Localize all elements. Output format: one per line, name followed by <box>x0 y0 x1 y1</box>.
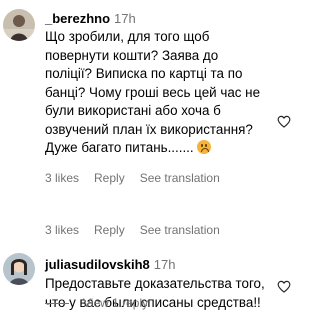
comment-text: Що зробили, для того щоб повернути кошти… <box>45 28 275 158</box>
likes-count[interactable]: 3 likes <box>45 171 79 185</box>
username[interactable]: juliasudilovskih8 <box>45 257 150 272</box>
see-translation-link[interactable]: See translation <box>140 171 220 185</box>
comment-time: 17h <box>154 257 176 272</box>
comment-time: 17h <box>114 11 136 26</box>
comment-line: Що зробили, для того щоб <box>45 28 275 47</box>
comment-line: поліції? Виписка по картці та по <box>45 65 275 84</box>
view-replies-label[interactable]: View 1 reply <box>83 296 148 310</box>
heart-outline-icon[interactable] <box>277 115 291 128</box>
divider-dash <box>45 303 69 304</box>
username[interactable]: _berezhno <box>45 11 110 26</box>
comment-actions: 3 likes Reply See translation <box>45 223 235 237</box>
see-translation-link[interactable]: See translation <box>140 223 220 237</box>
comment-line: повернути кошти? Заява до <box>45 47 275 66</box>
avatar[interactable] <box>3 253 35 285</box>
likes-count[interactable]: 3 likes <box>45 223 79 237</box>
view-replies-link[interactable]: View 1 reply <box>45 296 148 310</box>
comment-line: Дуже багато питань....... <box>45 139 275 158</box>
reply-button[interactable]: Reply <box>94 171 125 185</box>
reply-button[interactable]: Reply <box>94 223 125 237</box>
disappointed-face-emoji <box>197 140 211 154</box>
comment-line: були використані або хоча б <box>45 102 275 121</box>
comment-actions: 3 likes Reply See translation <box>45 171 275 185</box>
comment-line: озвучений план їх використання? <box>45 121 275 140</box>
heart-outline-icon[interactable] <box>277 280 291 293</box>
avatar[interactable] <box>3 9 35 41</box>
comment-line: банці? Чому гроші весь цей час не <box>45 84 275 103</box>
comment-line: Предоставьте доказательства того, <box>45 275 275 294</box>
